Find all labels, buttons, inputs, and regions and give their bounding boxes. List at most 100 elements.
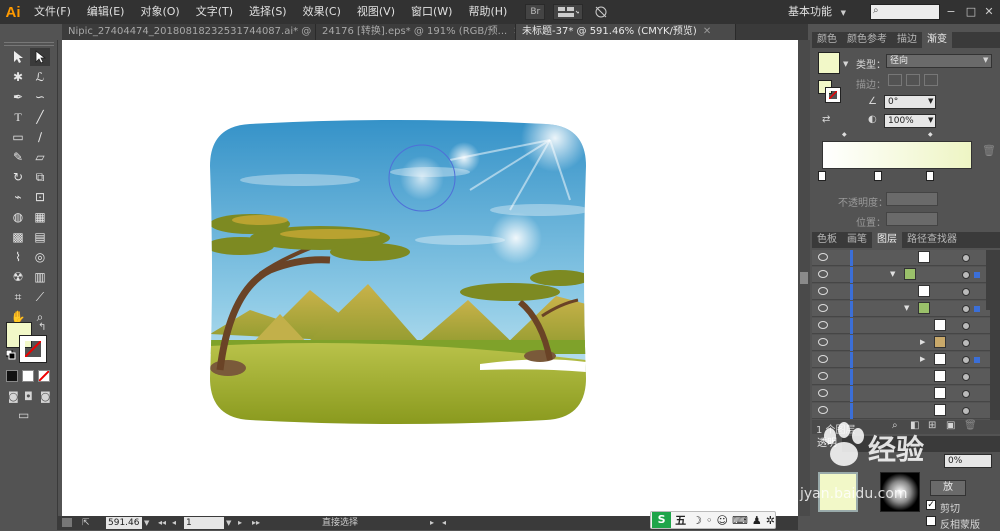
eyedropper-icon[interactable]: ⌇: [8, 248, 28, 266]
selection-indicator[interactable]: [974, 357, 980, 363]
artboard-tool-icon[interactable]: ⌗: [8, 288, 28, 306]
eye-icon[interactable]: [818, 287, 828, 295]
next-artboard-icon[interactable]: ▸: [238, 517, 242, 529]
savanna-illustration[interactable]: [210, 120, 586, 424]
reverse-gradient-icon[interactable]: ⇄: [822, 114, 830, 125]
tab-document-1[interactable]: Nipic_27404474_20180818232531744087.ai* …: [62, 24, 316, 40]
midpoint-diamond-icon[interactable]: ◆: [842, 131, 847, 138]
stroke-swatch[interactable]: [19, 335, 47, 363]
eye-icon[interactable]: [818, 355, 828, 363]
expand-icon[interactable]: ▶: [920, 355, 925, 363]
ime-settings-icon[interactable]: ✲: [766, 514, 775, 527]
target-icon[interactable]: [962, 322, 970, 330]
layer-row[interactable]: [812, 369, 1000, 385]
menu-select[interactable]: 选择(S): [241, 0, 295, 24]
prev-artboard-icon[interactable]: ◂: [172, 517, 176, 529]
stroke-indicator[interactable]: [825, 87, 841, 103]
tab-pathfinder[interactable]: 路径查找器: [902, 232, 962, 248]
none-mode-button[interactable]: [38, 370, 50, 382]
lasso-icon[interactable]: ℒ: [30, 68, 50, 86]
target-icon[interactable]: [962, 288, 970, 296]
layer-row[interactable]: [812, 386, 1000, 402]
pencil-icon[interactable]: ✎: [8, 148, 28, 166]
scroll-left-icon[interactable]: ◂: [442, 517, 446, 529]
selection-tool-icon[interactable]: [8, 48, 28, 66]
search-input[interactable]: ⌕: [870, 4, 940, 20]
tab-swatches[interactable]: 色板: [812, 232, 842, 248]
draw-inside-icon[interactable]: ◙: [40, 390, 51, 403]
paintbrush-icon[interactable]: ∕: [30, 128, 50, 146]
delete-layer-icon[interactable]: 🗑: [964, 420, 977, 431]
minimize-button[interactable]: −: [942, 0, 960, 24]
menu-help[interactable]: 帮助(H): [460, 0, 515, 24]
transparency-opacity-field[interactable]: 0%: [944, 454, 992, 468]
direct-selection-tool-icon[interactable]: [30, 48, 50, 66]
close-icon[interactable]: ✕: [703, 26, 711, 37]
tab-stroke[interactable]: 描边: [892, 32, 922, 48]
bridge-button[interactable]: Br: [525, 4, 546, 20]
ime-moon-icon[interactable]: ☽: [692, 514, 702, 527]
type-tool-icon[interactable]: T: [8, 108, 28, 126]
gradient-mode-button[interactable]: [22, 370, 34, 382]
gradient-stop[interactable]: [874, 171, 882, 181]
ime-mode-label[interactable]: 五: [675, 512, 686, 528]
collapse-icon[interactable]: ▼: [904, 304, 909, 312]
target-icon[interactable]: [962, 373, 970, 381]
eye-icon[interactable]: [818, 304, 828, 312]
ime-punct-icon[interactable]: ◦: [706, 514, 713, 527]
pen-tool-icon[interactable]: ✒: [8, 88, 28, 106]
gradient-presets-icon[interactable]: ▼: [843, 60, 848, 68]
zoom-dropdown-icon[interactable]: ▼: [144, 517, 149, 529]
column-graph-icon[interactable]: ▥: [30, 268, 50, 286]
layer-row[interactable]: [812, 250, 1000, 266]
last-artboard-icon[interactable]: ▸▸: [252, 517, 260, 529]
warp-tool-icon[interactable]: ⌁: [8, 188, 28, 206]
midpoint-diamond-icon[interactable]: ◆: [928, 131, 933, 138]
default-colors-icon[interactable]: [5, 349, 16, 360]
perspective-grid-icon[interactable]: ▦: [30, 208, 50, 226]
artboard-dropdown-icon[interactable]: ▼: [226, 517, 231, 529]
eye-icon[interactable]: [818, 372, 828, 380]
scrollbar-thumb[interactable]: [800, 272, 808, 284]
screen-mode-icon[interactable]: ▭: [18, 408, 29, 422]
gradient-stop[interactable]: [926, 171, 934, 181]
shape-builder-icon[interactable]: ◍: [8, 208, 28, 226]
clip-checkbox[interactable]: ✓: [926, 500, 936, 510]
selection-indicator[interactable]: [974, 272, 980, 278]
stop-opacity-field[interactable]: [886, 192, 938, 206]
collapse-icon[interactable]: ▼: [890, 270, 895, 278]
selection-indicator[interactable]: [974, 306, 980, 312]
expand-icon[interactable]: ▶: [920, 338, 925, 346]
menu-type[interactable]: 文字(T): [188, 0, 241, 24]
release-mask-button[interactable]: 放: [930, 480, 966, 496]
tab-gradient[interactable]: 渐变: [922, 32, 952, 48]
mesh-tool-icon[interactable]: ▩: [8, 228, 28, 246]
ime-logo-icon[interactable]: S: [652, 512, 672, 528]
angle-dropdown-icon[interactable]: ▼: [928, 97, 933, 105]
menu-effect[interactable]: 效果(C): [295, 0, 349, 24]
layer-row[interactable]: ▶: [812, 352, 1000, 368]
dock-strip[interactable]: [986, 250, 1000, 310]
first-artboard-icon[interactable]: ◂◂: [158, 517, 166, 529]
target-icon[interactable]: [962, 356, 970, 364]
layer-row[interactable]: ▼: [812, 301, 1000, 317]
layer-row[interactable]: [812, 284, 1000, 300]
tab-layers[interactable]: 图层: [872, 232, 902, 248]
eye-icon[interactable]: [818, 321, 828, 329]
new-layer-icon[interactable]: ▣: [946, 420, 955, 431]
target-icon[interactable]: [962, 339, 970, 347]
curvature-tool-icon[interactable]: ∽: [30, 88, 50, 106]
stroke-gradient-within-icon[interactable]: [888, 74, 902, 86]
artboard-field[interactable]: 1: [184, 517, 224, 529]
zoom-field[interactable]: 591.46: [106, 517, 142, 529]
eye-icon[interactable]: [818, 253, 828, 261]
menu-edit[interactable]: 编辑(E): [79, 0, 133, 24]
target-icon[interactable]: [962, 271, 970, 279]
ime-user-icon[interactable]: ♟: [752, 514, 762, 527]
gradient-thumbnail[interactable]: [818, 52, 840, 74]
workspace-chevron-icon[interactable]: ▼: [841, 9, 846, 17]
arrange-documents-button[interactable]: [553, 4, 584, 20]
aspect-dropdown-icon[interactable]: ▼: [928, 116, 933, 124]
target-icon[interactable]: [962, 390, 970, 398]
layer-row[interactable]: ▼: [812, 267, 1000, 283]
